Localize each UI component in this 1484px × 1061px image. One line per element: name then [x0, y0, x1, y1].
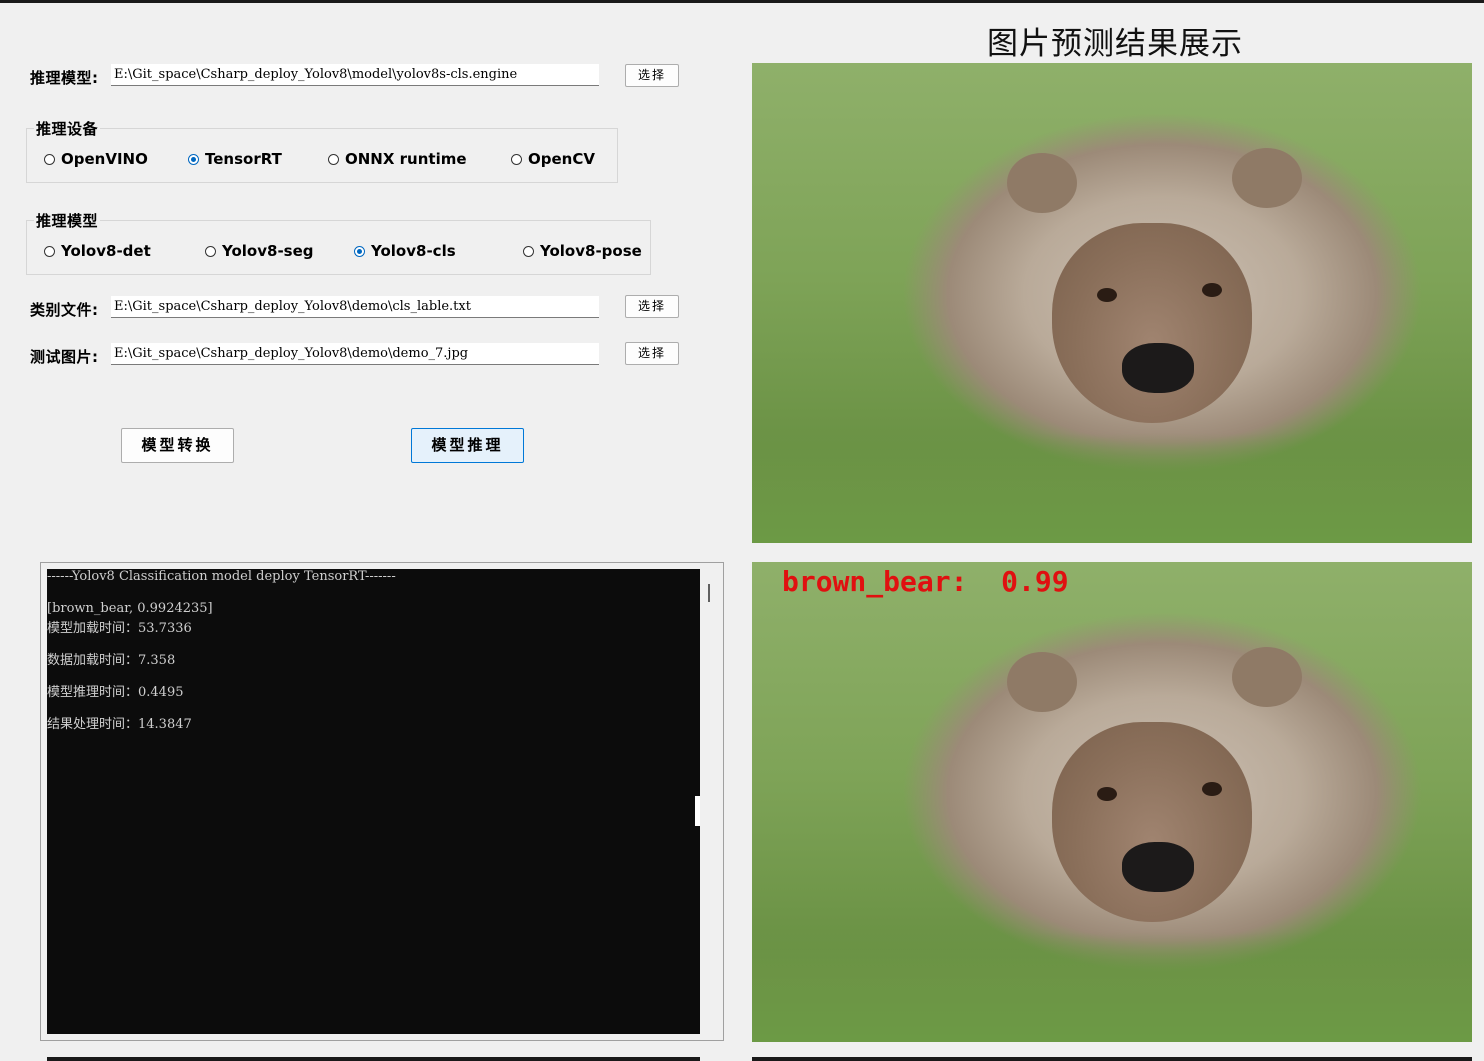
model-select-button[interactable]: 选择	[625, 64, 679, 87]
console-line: [brown_bear, 0.9924235]	[47, 601, 213, 616]
bear-eye	[1202, 283, 1222, 297]
console-line: 数据加载时间：7.358	[47, 653, 176, 668]
console-output[interactable]: ------Yolov8 Classification model deploy…	[47, 569, 700, 1034]
device-group-title: 推理设备	[34, 118, 101, 139]
text-cursor	[695, 796, 700, 826]
console-line: 模型推理时间：0.4495	[47, 685, 184, 700]
model-type-group-title: 推理模型	[34, 210, 101, 231]
radio-opencv[interactable]: OpenCV	[511, 150, 595, 168]
console-scrollbar-thumb[interactable]	[708, 584, 710, 602]
radio-onnx-runtime[interactable]: ONNX runtime	[328, 150, 467, 168]
bear-eye	[1097, 288, 1117, 302]
bear-eye	[1202, 782, 1222, 796]
radio-indicator	[354, 245, 365, 257]
test-image-input[interactable]	[111, 343, 599, 365]
test-image-label: 测试图片:	[30, 348, 99, 366]
console-line: 结果处理时间：14.3847	[47, 717, 192, 732]
model-path-label: 推理模型:	[30, 69, 99, 87]
test-image-select-button[interactable]: 选择	[625, 342, 679, 365]
radio-label: Yolov8-pose	[540, 242, 642, 260]
display-title: 图片预测结果展示	[987, 26, 1243, 62]
bottom-image-edge	[752, 1057, 1472, 1061]
radio-tensorrt[interactable]: TensorRT	[188, 150, 282, 168]
radio-label: Yolov8-seg	[222, 242, 314, 260]
grass-foreground	[752, 433, 1472, 543]
result-image: brown_bear: 0.99	[752, 562, 1472, 1042]
result-label-overlay: brown_bear: 0.99	[782, 565, 1069, 598]
radio-indicator	[205, 245, 216, 257]
bear-nose	[1122, 842, 1194, 892]
radio-indicator	[328, 153, 339, 165]
radio-label: Yolov8-cls	[371, 242, 456, 260]
bear-face	[1052, 722, 1252, 922]
radio-yolov8-seg[interactable]: Yolov8-seg	[205, 242, 314, 260]
bear-ear	[1232, 148, 1302, 208]
class-file-label: 类别文件:	[30, 301, 99, 319]
model-path-input[interactable]	[111, 64, 599, 86]
radio-label: OpenVINO	[61, 150, 148, 168]
radio-label: TensorRT	[205, 150, 282, 168]
bear-ear	[1007, 652, 1077, 712]
radio-yolov8-det[interactable]: Yolov8-det	[44, 242, 151, 260]
console-line: ------Yolov8 Classification model deploy…	[47, 569, 396, 584]
radio-indicator	[523, 245, 534, 257]
radio-yolov8-pose[interactable]: Yolov8-pose	[523, 242, 642, 260]
class-file-select-button[interactable]: 选择	[625, 295, 679, 318]
radio-indicator	[188, 153, 199, 165]
radio-indicator	[44, 153, 55, 165]
bear-eye	[1097, 787, 1117, 801]
bear-nose	[1122, 343, 1194, 393]
model-convert-button[interactable]: 模型转换	[121, 428, 234, 463]
radio-label: Yolov8-det	[61, 242, 151, 260]
window-top-border	[0, 0, 1484, 3]
bear-face	[1052, 223, 1252, 423]
model-infer-button[interactable]: 模型推理	[411, 428, 524, 463]
radio-openvino[interactable]: OpenVINO	[44, 150, 148, 168]
radio-label: ONNX runtime	[345, 150, 467, 168]
console-scrollbar[interactable]	[703, 569, 718, 1034]
radio-indicator	[44, 245, 55, 257]
bottom-console-edge	[47, 1057, 700, 1061]
input-image	[752, 63, 1472, 543]
radio-yolov8-cls[interactable]: Yolov8-cls	[354, 242, 456, 260]
radio-indicator	[511, 153, 522, 165]
grass-foreground	[752, 932, 1472, 1042]
class-file-input[interactable]	[111, 296, 599, 318]
console-line: 模型加载时间：53.7336	[47, 621, 192, 636]
radio-label: OpenCV	[528, 150, 595, 168]
bear-ear	[1232, 647, 1302, 707]
bear-ear	[1007, 153, 1077, 213]
